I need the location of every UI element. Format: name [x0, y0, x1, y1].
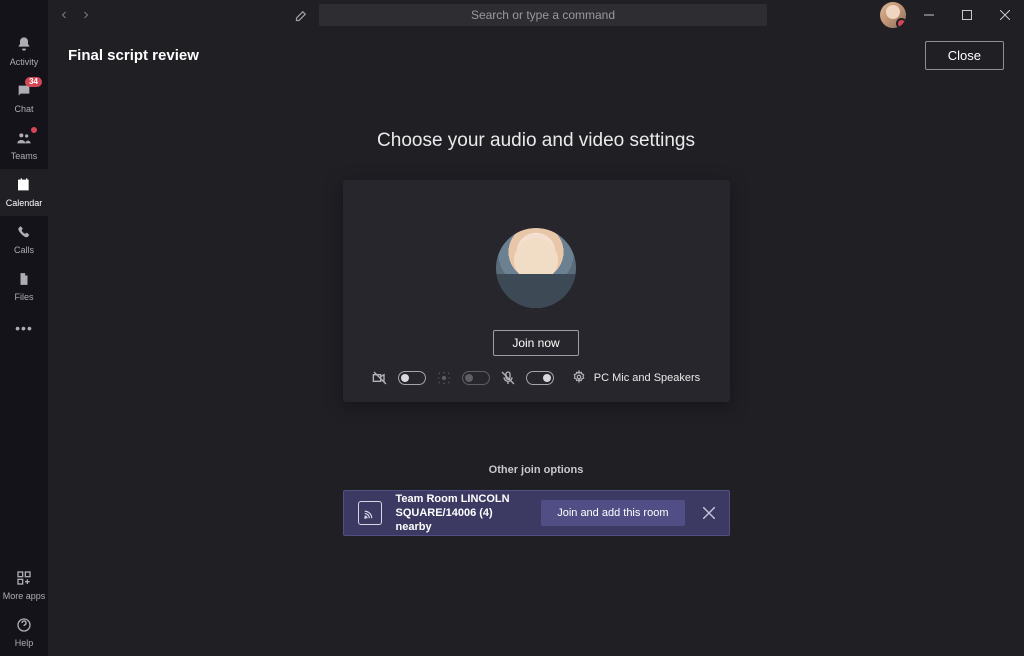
rail-files[interactable]: Files — [0, 263, 48, 310]
rail-more-apps[interactable]: More apps — [0, 562, 48, 609]
background-blur-icon — [436, 370, 452, 386]
cast-icon — [358, 501, 382, 525]
other-options-label: Other join options — [489, 464, 584, 476]
file-icon — [14, 269, 34, 289]
main-area: Search or type a command Final script re… — [48, 0, 1024, 656]
rail-label: Help — [15, 638, 34, 648]
rail-calls[interactable]: Calls — [0, 216, 48, 263]
app-rail: Activity 34 Chat Teams Calendar Calls Fi… — [0, 0, 48, 656]
join-now-button[interactable]: Join now — [493, 330, 578, 356]
camera-off-icon — [372, 370, 388, 386]
window-maximize[interactable] — [952, 0, 982, 30]
device-controls: PC Mic and Speakers — [372, 370, 700, 386]
bell-icon — [14, 34, 34, 54]
device-label: PC Mic and Speakers — [594, 372, 700, 384]
nav-forward[interactable] — [78, 9, 94, 21]
compose-icon[interactable] — [294, 8, 309, 23]
rail-more-icon[interactable]: ••• — [0, 310, 48, 346]
rail-label: Activity — [10, 57, 39, 67]
video-preview-card: Join now PC Mic and Speak — [343, 180, 730, 402]
room-name: Team Room LINCOLNSQUARE/14006 (4) nearby — [396, 492, 528, 535]
titlebar: Search or type a command — [48, 0, 1024, 30]
rail-activity[interactable]: Activity — [0, 28, 48, 75]
gear-icon — [572, 370, 588, 386]
teams-badge-dot — [30, 126, 38, 134]
rail-calendar[interactable]: Calendar — [0, 169, 48, 216]
rail-label: Files — [14, 292, 33, 302]
presence-busy-icon — [896, 18, 906, 28]
teams-icon — [14, 128, 34, 148]
rail-label: Calls — [14, 245, 34, 255]
chat-icon: 34 — [14, 81, 34, 101]
blur-toggle — [462, 371, 490, 385]
rail-label: Chat — [14, 104, 33, 114]
mic-toggle[interactable] — [526, 371, 554, 385]
meeting-title: Final script review — [68, 47, 199, 64]
page-header: Final script review Close — [48, 30, 1024, 80]
dismiss-room-icon[interactable] — [699, 503, 719, 523]
nav-back[interactable] — [56, 9, 72, 21]
rail-chat[interactable]: 34 Chat — [0, 75, 48, 122]
join-room-button[interactable]: Join and add this room — [541, 500, 684, 526]
apps-icon — [14, 568, 34, 588]
rail-label: More apps — [3, 591, 46, 601]
window-close[interactable] — [990, 0, 1020, 30]
rail-label: Teams — [11, 151, 38, 161]
phone-icon — [14, 222, 34, 242]
search-input[interactable]: Search or type a command — [319, 4, 767, 26]
rail-help[interactable]: Help — [0, 609, 48, 656]
search-placeholder: Search or type a command — [471, 8, 615, 22]
window-minimize[interactable] — [914, 0, 944, 30]
self-avatar — [496, 228, 576, 308]
chat-badge: 34 — [25, 77, 42, 87]
nearby-room-banner: Team Room LINCOLNSQUARE/14006 (4) nearby… — [343, 490, 730, 536]
mic-off-icon — [500, 370, 516, 386]
device-selector[interactable]: PC Mic and Speakers — [572, 370, 700, 386]
rail-teams[interactable]: Teams — [0, 122, 48, 169]
help-icon — [14, 615, 34, 635]
prejoin-heading: Choose your audio and video settings — [377, 130, 695, 152]
rail-label: Calendar — [6, 198, 43, 208]
calendar-icon — [14, 175, 34, 195]
prejoin-content: Choose your audio and video settings Joi… — [48, 80, 1024, 656]
camera-toggle[interactable] — [398, 371, 426, 385]
user-avatar[interactable] — [880, 2, 906, 28]
close-button[interactable]: Close — [925, 41, 1004, 70]
